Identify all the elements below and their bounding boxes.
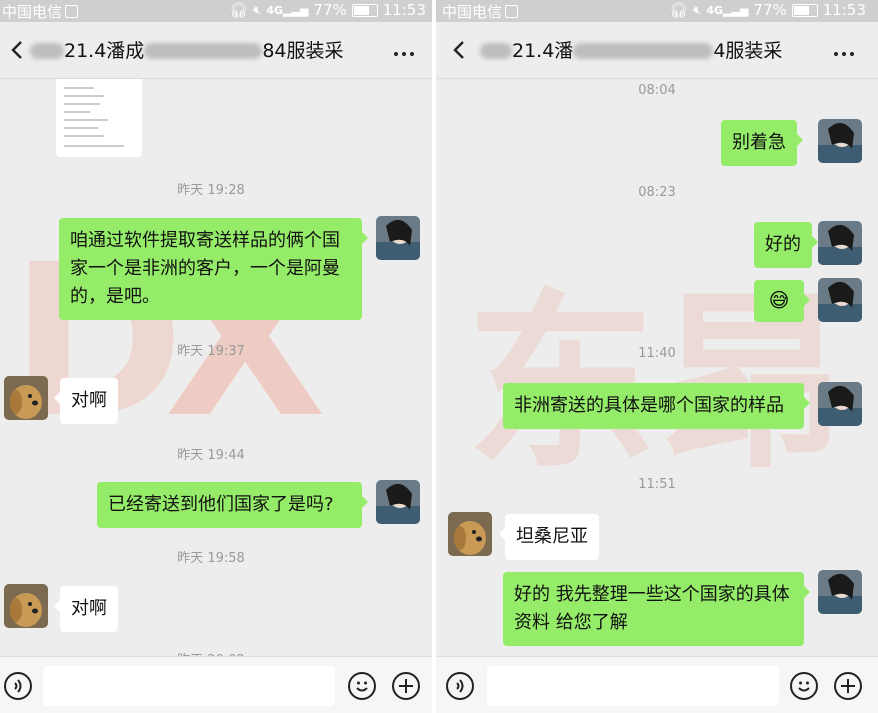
battery-percent: 77%	[313, 1, 347, 19]
girl-avatar-icon	[376, 216, 420, 260]
my-avatar[interactable]	[818, 278, 862, 322]
mute-icon: 🔇︎	[253, 2, 262, 18]
plus-icon[interactable]	[392, 672, 420, 700]
headphone-icon: 🎧︎	[229, 1, 249, 19]
timestamp: 昨天 19:44	[177, 448, 245, 463]
girl-avatar-icon	[818, 221, 862, 265]
message-bubble-theirs[interactable]: 对啊	[54, 378, 118, 424]
girl-avatar-icon	[376, 480, 420, 524]
dog-avatar-icon	[448, 512, 492, 556]
carrier-label: 中国电信	[442, 3, 503, 21]
clock: 11:53	[822, 1, 866, 19]
voice-icon[interactable]	[4, 672, 32, 700]
my-avatar[interactable]	[376, 480, 420, 524]
message-bubble-mine[interactable]: 非洲寄送的具体是哪个国家的样品	[503, 383, 810, 429]
message-input[interactable]	[487, 666, 779, 706]
message-bubble-mine[interactable]: 好的 我先整理一些这个国家的具体资料 给您了解	[503, 572, 810, 646]
message-bubble-mine[interactable]: 已经寄送到他们国家了是吗?	[97, 482, 368, 528]
girl-avatar-icon	[818, 119, 862, 163]
girl-avatar-icon	[818, 382, 862, 426]
battery-icon	[791, 3, 818, 17]
dog-avatar-icon	[4, 584, 48, 628]
screenshot-icon	[65, 5, 79, 18]
document-thumbnail[interactable]	[56, 79, 142, 157]
timestamp: 昨天 19:28	[177, 183, 245, 198]
girl-avatar-icon	[818, 278, 862, 322]
girl-avatar-icon	[818, 570, 862, 614]
chat-header: 21.4潘成 84服装采	[0, 22, 432, 79]
timestamp: 昨天 19:58	[177, 551, 245, 566]
back-arrow-icon[interactable]	[448, 36, 472, 64]
chat-header: 21.4潘 4服装采	[436, 22, 878, 79]
signal-icon: 4G▂▃▅	[706, 3, 749, 17]
message-bubble-mine[interactable]: 别着急	[721, 120, 803, 166]
message-bubble-emoji[interactable]: 😅	[754, 280, 810, 322]
status-bar: 中国电信 🎧︎ 🔇︎ 4G▂▃▅ 77% 11:53	[0, 0, 432, 22]
battery-icon	[351, 3, 378, 17]
my-avatar[interactable]	[818, 570, 862, 614]
chat-title: 21.4潘成 84服装采	[30, 36, 344, 63]
chat-screen-left: 中国电信 🎧︎ 🔇︎ 4G▂▃▅ 77% 11:53 21.4潘成 84服装采 D…	[0, 0, 432, 713]
headphone-icon: 🎧︎	[669, 1, 689, 19]
emoji-icon[interactable]	[348, 672, 376, 700]
message-list[interactable]: 东昂 08:04 别着急 08:23 好的 😅 11:40 非洲寄送的具体是哪个…	[436, 79, 878, 657]
message-bubble-theirs[interactable]: 对啊	[54, 586, 118, 632]
emoji-icon[interactable]	[790, 672, 818, 700]
mute-icon: 🔇︎	[693, 2, 702, 18]
my-avatar[interactable]	[818, 382, 862, 426]
status-bar: 中国电信 🎧︎ 🔇︎ 4G▂▃▅ 77% 11:53	[436, 0, 878, 22]
input-bar	[0, 656, 432, 713]
timestamp: 08:23	[638, 185, 676, 200]
carrier-label: 中国电信	[2, 3, 63, 21]
contact-avatar[interactable]	[448, 512, 492, 556]
watermark-logo: 东昂	[466, 229, 846, 504]
timestamp: 昨天 19:37	[177, 344, 245, 359]
my-avatar[interactable]	[818, 119, 862, 163]
my-avatar[interactable]	[818, 221, 862, 265]
more-icon[interactable]	[834, 52, 854, 56]
message-bubble-theirs[interactable]: 坦桑尼亚	[499, 514, 599, 560]
my-avatar[interactable]	[376, 216, 420, 260]
message-bubble-mine[interactable]: 咱通过软件提取寄送样品的俩个国家一个是非洲的客户，一个是阿曼的，是吧。	[59, 218, 368, 320]
back-arrow-icon[interactable]	[6, 36, 30, 64]
contact-avatar[interactable]	[4, 584, 48, 628]
contact-avatar[interactable]	[4, 376, 48, 420]
dog-avatar-icon	[4, 376, 48, 420]
battery-percent: 77%	[753, 1, 787, 19]
clock: 11:53	[382, 1, 426, 19]
chat-title: 21.4潘 4服装采	[480, 36, 782, 63]
more-icon[interactable]	[394, 52, 414, 56]
message-list[interactable]: DX 昨天 19:28 咱通过软件提取寄送样品的俩个国家一个是非洲的客户，一个是…	[0, 79, 432, 657]
screenshot-icon	[505, 5, 519, 18]
message-input[interactable]	[43, 666, 335, 706]
timestamp: 11:51	[638, 477, 676, 492]
timestamp: 08:04	[638, 83, 676, 98]
signal-icon: 4G▂▃▅	[266, 3, 309, 17]
timestamp: 11:40	[638, 346, 676, 361]
voice-icon[interactable]	[446, 672, 474, 700]
message-bubble-mine[interactable]: 好的	[754, 222, 818, 268]
chat-screen-right: 中国电信 🎧︎ 🔇︎ 4G▂▃▅ 77% 11:53 21.4潘4服装采 东昂 …	[436, 0, 878, 713]
input-bar	[436, 656, 878, 713]
plus-icon[interactable]	[834, 672, 862, 700]
